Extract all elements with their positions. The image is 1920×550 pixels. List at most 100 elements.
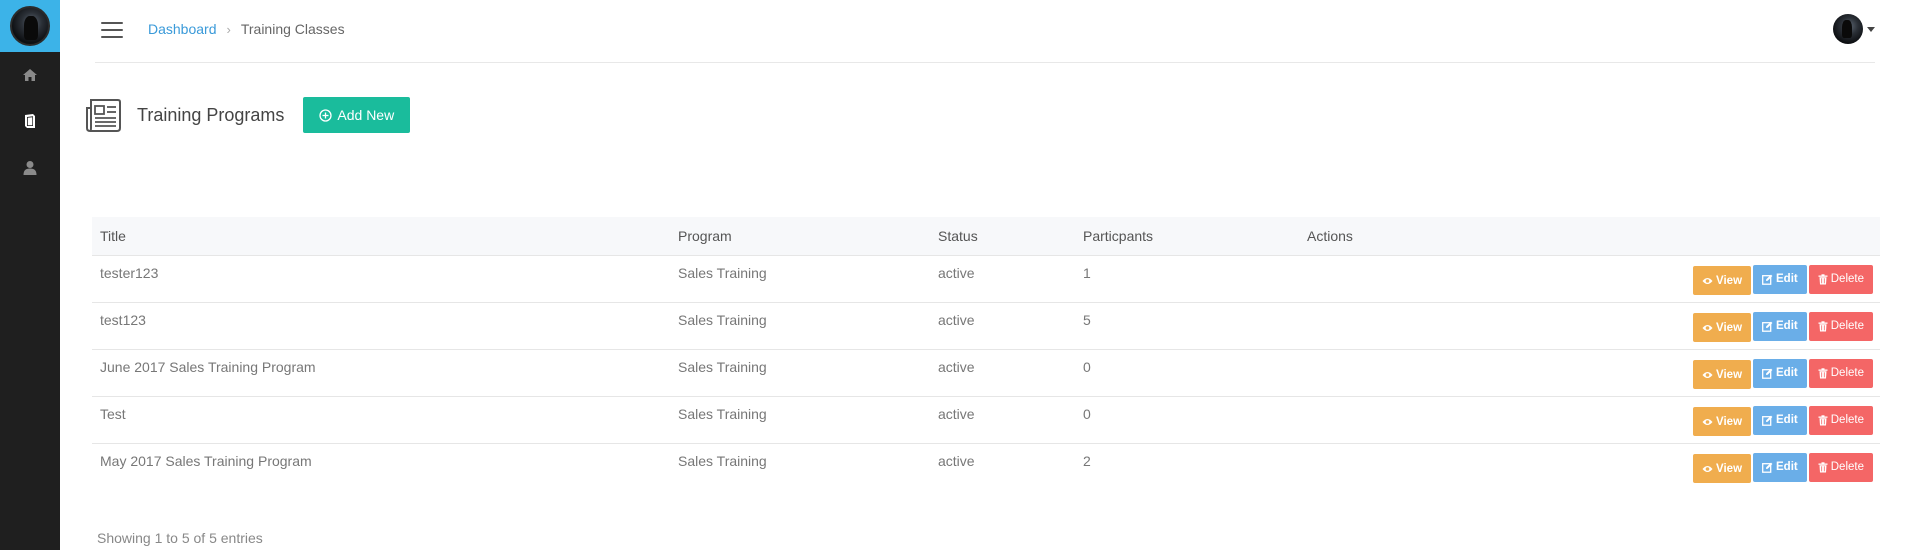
table-row: test123 Sales Training active 5 View Edit… xyxy=(92,302,1880,350)
delete-label: Delete xyxy=(1830,273,1864,285)
plus-circle-icon xyxy=(319,108,333,122)
trash-icon xyxy=(1818,414,1828,425)
view-button[interactable]: View xyxy=(1693,407,1752,436)
cell-actions: View Edit Delete xyxy=(1299,396,1880,444)
cell-status: active xyxy=(930,255,1075,303)
cell-participants: 0 xyxy=(1075,349,1299,397)
user-menu[interactable] xyxy=(1833,14,1875,44)
edit-label: Edit xyxy=(1776,461,1798,473)
table-info: Showing 1 to 5 of 5 entries xyxy=(97,530,263,546)
view-label: View xyxy=(1716,321,1743,334)
edit-icon xyxy=(1762,321,1773,332)
page-title: Training Programs xyxy=(137,104,285,125)
column-header-actions: Actions xyxy=(1299,217,1880,256)
edit-icon xyxy=(1762,274,1773,285)
table-row: tester123 Sales Training active 1 View Ed… xyxy=(92,255,1880,303)
eye-icon xyxy=(1702,418,1713,425)
breadcrumb: Dashboard › Training Classes xyxy=(148,21,345,37)
cell-participants: 0 xyxy=(1075,396,1299,444)
breadcrumb-separator: › xyxy=(226,21,231,37)
delete-button[interactable]: Delete xyxy=(1808,452,1873,482)
column-header-program[interactable]: Program xyxy=(670,217,930,256)
column-header-status[interactable]: Status xyxy=(930,217,1075,256)
cell-program: Sales Training xyxy=(670,396,930,444)
cell-title: tester123 xyxy=(92,255,670,303)
cell-title: May 2017 Sales Training Program xyxy=(100,452,312,469)
view-button[interactable]: View xyxy=(1693,266,1752,295)
delete-button[interactable]: Delete xyxy=(1808,358,1873,388)
edit-icon xyxy=(1762,462,1773,473)
delete-label: Delete xyxy=(1830,461,1864,473)
cell-status: active xyxy=(930,302,1075,350)
sidebar-nav xyxy=(0,52,60,190)
eye-icon xyxy=(1702,371,1713,378)
edit-button[interactable]: Edit xyxy=(1753,405,1807,435)
table-body: tester123 Sales Training active 1 View Ed… xyxy=(92,255,1880,490)
menu-toggle-icon[interactable] xyxy=(101,22,123,38)
trash-icon xyxy=(1818,367,1828,378)
sidebar-header xyxy=(0,0,60,52)
table-row: Test Sales Training active 0 View Edit Del… xyxy=(92,396,1880,444)
cell-participants: 1 xyxy=(1075,255,1299,303)
eye-icon xyxy=(1702,465,1713,472)
edit-icon xyxy=(1762,368,1773,379)
table-row: May 2017 Sales Training Program Sales Tr… xyxy=(92,443,1880,490)
programs-table: Title Program Status Particpants Actions… xyxy=(92,217,1880,490)
column-header-participants[interactable]: Particpants xyxy=(1075,217,1299,256)
trash-icon xyxy=(1818,461,1828,472)
view-button[interactable]: View xyxy=(1693,360,1752,389)
view-button[interactable]: View xyxy=(1693,313,1752,342)
delete-button[interactable]: Delete xyxy=(1808,264,1873,294)
avatar[interactable] xyxy=(1833,14,1863,44)
table-header-row: Title Program Status Particpants Actions xyxy=(92,217,1880,256)
newspaper-icon xyxy=(86,99,121,132)
view-label: View xyxy=(1716,368,1743,381)
edit-label: Edit xyxy=(1776,320,1798,332)
sidebar-item-home[interactable] xyxy=(0,52,60,98)
sidebar-item-training[interactable] xyxy=(0,98,60,144)
breadcrumb-current: Training Classes xyxy=(240,21,345,37)
cell-title: test123 xyxy=(92,302,670,350)
edit-label: Edit xyxy=(1776,367,1798,379)
edit-button[interactable]: Edit xyxy=(1753,311,1807,341)
cell-actions: View Edit Delete xyxy=(1299,349,1880,397)
table-row: June 2017 Sales Training Program Sales T… xyxy=(92,349,1880,397)
trash-icon xyxy=(1818,273,1828,284)
edit-button[interactable]: Edit xyxy=(1753,358,1807,388)
breadcrumb-dashboard-link[interactable]: Dashboard xyxy=(148,21,217,37)
edit-button[interactable]: Edit xyxy=(1753,452,1807,482)
book-icon xyxy=(25,114,35,128)
cell-participants: 5 xyxy=(1075,302,1299,350)
edit-label: Edit xyxy=(1776,414,1798,426)
cell-actions: View Edit Delete xyxy=(1299,443,1880,490)
edit-label: Edit xyxy=(1776,273,1798,285)
sidebar xyxy=(0,0,60,550)
trash-icon xyxy=(1818,320,1828,331)
delete-label: Delete xyxy=(1830,367,1864,379)
top-header: Dashboard › Training Classes xyxy=(95,0,1875,63)
user-icon xyxy=(23,160,37,175)
chevron-down-icon[interactable] xyxy=(1867,26,1875,32)
cell-status: active xyxy=(930,396,1075,444)
cell-program: Sales Training xyxy=(670,349,930,397)
delete-button[interactable]: Delete xyxy=(1808,405,1873,435)
delete-label: Delete xyxy=(1830,414,1864,426)
sidebar-avatar[interactable] xyxy=(10,6,50,46)
edit-button[interactable]: Edit xyxy=(1753,264,1807,294)
cell-status: active xyxy=(938,452,975,469)
sidebar-item-users[interactable] xyxy=(0,144,60,190)
delete-label: Delete xyxy=(1830,320,1864,332)
cell-program: Sales Training xyxy=(670,302,930,350)
cell-actions: View Edit Delete xyxy=(1299,255,1880,303)
home-icon xyxy=(23,69,37,81)
delete-button[interactable]: Delete xyxy=(1808,311,1873,341)
column-header-title[interactable]: Title xyxy=(92,217,670,256)
eye-icon xyxy=(1702,277,1713,284)
cell-participants: 2 xyxy=(1083,452,1091,469)
eye-icon xyxy=(1702,324,1713,331)
add-new-button[interactable]: Add New xyxy=(303,97,411,133)
edit-icon xyxy=(1762,415,1773,426)
view-button[interactable]: View xyxy=(1693,454,1752,483)
view-label: View xyxy=(1716,462,1743,475)
view-label: View xyxy=(1716,415,1743,428)
